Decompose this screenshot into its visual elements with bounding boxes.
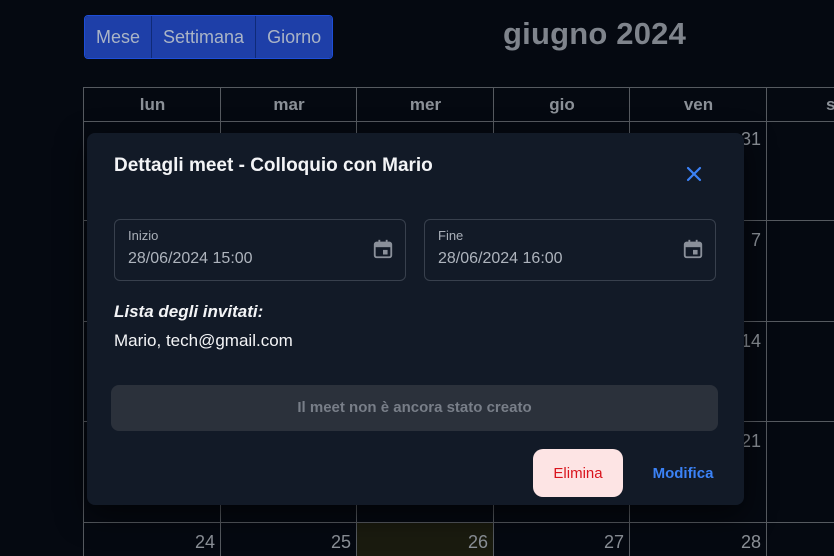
start-datetime-field[interactable]: Inizio 28/06/2024 15:00 [114,219,406,281]
invitees-label: Lista degli invitati: [114,302,264,321]
close-button[interactable] [679,159,709,189]
weekday-tue: mar [220,88,357,121]
close-icon [686,166,702,182]
calendar-icon[interactable] [372,238,394,260]
view-month-button[interactable]: Mese [85,16,153,58]
delete-button[interactable]: Elimina [533,449,623,497]
weekday-mon: lun [83,88,221,121]
end-datetime-field[interactable]: Fine 28/06/2024 16:00 [424,219,716,281]
view-switcher: Mese Settimana Giorno [84,15,334,59]
month-title: giugno 2024 [503,16,687,51]
weekday-header: lun mar mer gio ven sa [83,87,834,122]
weekday-sat: sa [766,88,834,121]
end-label: Fine [438,228,464,243]
end-value[interactable]: 28/06/2024 16:00 [438,250,563,268]
edit-button[interactable]: Modifica [639,449,727,497]
start-label: Inizio [128,228,159,243]
invitees-value: Mario, tech@gmail.com [114,331,293,350]
day-number: 26 [467,532,488,552]
start-value[interactable]: 28/06/2024 15:00 [128,250,253,268]
dialog-title: Dettagli meet - Colloquio con Mario [114,155,433,176]
weekday-wed: mer [356,88,494,121]
meet-details-dialog: Dettagli meet - Colloquio con Mario Iniz… [87,133,744,505]
meet-status-banner: Il meet non è ancora stato creato [111,385,718,431]
day-number: 27 [603,532,624,552]
day-number: 24 [194,532,215,552]
view-day-button[interactable]: Giorno [256,16,333,58]
day-number: 25 [330,532,351,552]
day-number: 28 [740,532,761,552]
calendar-icon[interactable] [682,238,704,260]
weekday-thu: gio [493,88,630,121]
weekday-fri: ven [629,88,767,121]
view-week-button[interactable]: Settimana [152,16,257,58]
